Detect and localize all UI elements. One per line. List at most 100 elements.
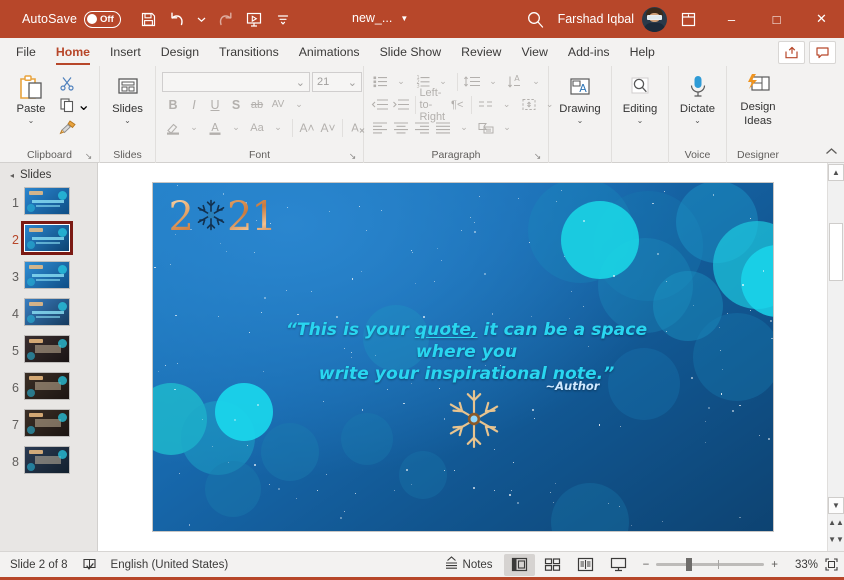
slide-sorter-view-button[interactable] xyxy=(537,554,568,576)
underline-button[interactable]: U xyxy=(205,94,225,115)
dictate-dropdown-arrow[interactable]: ⌄ xyxy=(694,117,701,125)
maximize-button[interactable]: □ xyxy=(754,0,799,38)
bold-button[interactable]: B xyxy=(163,94,183,115)
thumbnail-preview[interactable] xyxy=(24,372,70,400)
copy-dropdown-arrow[interactable]: ⌄ xyxy=(77,95,90,115)
zoom-out-button[interactable]: − xyxy=(643,559,650,571)
align-right-button[interactable] xyxy=(412,117,432,138)
previous-slide-icon[interactable]: ▲▲ xyxy=(828,514,844,531)
zoom-slider[interactable]: − + xyxy=(635,558,786,571)
text-highlight-color-button[interactable] xyxy=(163,117,183,138)
character-spacing-chevron-down-icon[interactable]: ⌄ xyxy=(289,94,309,115)
rtl-text-direction-button[interactable]: ¶< xyxy=(447,94,467,115)
format-painter-button[interactable] xyxy=(57,116,92,137)
thumbnail-preview[interactable] xyxy=(24,409,70,437)
text-shadow-button[interactable]: S xyxy=(226,94,246,115)
tab-slide-show[interactable]: Slide Show xyxy=(370,39,452,66)
justify-chevron-down-icon[interactable]: ⌄ xyxy=(454,117,474,138)
design-ideas-button[interactable]: Design Ideas xyxy=(732,70,784,128)
share-button[interactable] xyxy=(778,41,805,64)
font-dialog-launcher[interactable]: ↘ xyxy=(347,151,358,162)
drawing-dropdown-arrow[interactable]: ⌄ xyxy=(577,117,584,125)
undo-icon[interactable] xyxy=(164,6,191,32)
increase-indent-button[interactable] xyxy=(391,94,411,115)
collapse-ribbon-button[interactable] xyxy=(825,147,838,159)
align-text-button[interactable] xyxy=(519,94,539,115)
line-spacing-chevron-down-icon[interactable]: ⌄ xyxy=(483,71,503,92)
account-name[interactable]: Farshad Iqbal xyxy=(558,12,634,26)
font-name-chevron-down-icon[interactable]: ⌄ xyxy=(296,76,305,89)
comments-button[interactable] xyxy=(809,41,836,64)
dictate-button[interactable]: Dictate ⌄ xyxy=(674,70,721,125)
align-center-button[interactable] xyxy=(391,117,411,138)
paste-dropdown-arrow[interactable]: ⌄ xyxy=(28,117,35,125)
thumbnail-preview[interactable] xyxy=(24,261,70,289)
search-icon[interactable] xyxy=(514,10,558,29)
chevron-down-icon[interactable]: ▼ xyxy=(400,14,408,23)
slide-canvas-area[interactable]: 2 21 “This is your quote, it can be a sp… xyxy=(98,163,827,551)
fit-slide-to-window-icon[interactable] xyxy=(818,557,844,572)
thumbnail-item[interactable]: 1 xyxy=(0,187,97,215)
change-case-button[interactable]: Aa xyxy=(247,117,267,138)
scroll-up-icon[interactable]: ▲ xyxy=(828,164,844,181)
tab-add-ins[interactable]: Add-ins xyxy=(558,39,620,66)
tab-insert[interactable]: Insert xyxy=(100,39,151,66)
font-size-combo[interactable]: 21 ⌄ xyxy=(312,72,362,92)
slide-counter[interactable]: Slide 2 of 8 xyxy=(0,552,78,577)
tab-help[interactable]: Help xyxy=(620,39,665,66)
bullets-button[interactable] xyxy=(370,71,390,92)
decrease-indent-button[interactable] xyxy=(370,94,390,115)
tab-home[interactable]: Home xyxy=(46,39,100,66)
decrease-font-size-button[interactable]: A˅ xyxy=(318,117,338,138)
next-slide-icon[interactable]: ▼▼ xyxy=(828,531,844,548)
text-direction-chevron-down-icon[interactable]: ⌄ xyxy=(526,71,546,92)
italic-button[interactable]: I xyxy=(184,94,204,115)
smartart-chevron-down-icon[interactable]: ⌄ xyxy=(497,117,517,138)
zoom-track[interactable] xyxy=(656,558,765,571)
normal-view-button[interactable] xyxy=(503,553,535,576)
thumbnail-item[interactable]: 7 xyxy=(0,409,97,437)
thumbnail-item[interactable]: 4 xyxy=(0,298,97,326)
font-color-chevron-down-icon[interactable]: ⌄ xyxy=(226,117,246,138)
slides-button[interactable]: Slides ⌄ xyxy=(105,70,150,125)
close-button[interactable]: ✕ xyxy=(799,0,844,38)
convert-to-smartart-button[interactable] xyxy=(476,117,496,138)
avatar[interactable] xyxy=(642,6,667,32)
paragraph-dialog-launcher[interactable]: ↘ xyxy=(532,151,543,162)
drawing-button[interactable]: A Drawing ⌄ xyxy=(554,70,606,125)
redo-icon[interactable] xyxy=(211,6,238,32)
triangle-collapse-icon[interactable]: ◂ xyxy=(10,171,14,180)
thumbnail-item[interactable]: 5 xyxy=(0,335,97,363)
clipboard-dialog-launcher[interactable]: ↘ xyxy=(83,151,94,162)
save-icon[interactable] xyxy=(135,6,162,32)
columns-button[interactable] xyxy=(476,94,496,115)
slide-thumbnail-pane[interactable]: ◂ Slides 1 2 3 4 5 6 7 8 xyxy=(0,163,98,551)
thumbnail-item[interactable]: 8 xyxy=(0,446,97,474)
slides-dropdown-arrow[interactable]: ⌄ xyxy=(124,117,131,125)
tab-file[interactable]: File xyxy=(6,39,46,66)
minimize-button[interactable]: – xyxy=(709,0,754,38)
language-indicator[interactable]: English (United States) xyxy=(101,552,239,577)
vertical-scrollbar[interactable]: ▲ ▼ ▲▲ ▼▼ xyxy=(827,163,844,551)
copy-button[interactable]: ⌄ xyxy=(57,94,92,115)
undo-dropdown-icon[interactable] xyxy=(193,6,209,32)
autosave-toggle[interactable]: AutoSave Off xyxy=(22,10,122,28)
scroll-down-icon[interactable]: ▼ xyxy=(828,497,844,514)
customize-quick-access-icon[interactable] xyxy=(269,6,296,32)
start-presentation-icon[interactable] xyxy=(240,6,267,32)
scrollbar-thumb[interactable] xyxy=(829,223,843,281)
editing-button[interactable]: Editing ⌄ xyxy=(617,70,663,125)
tab-transitions[interactable]: Transitions xyxy=(209,39,289,66)
columns-chevron-down-icon[interactable]: ⌄ xyxy=(497,94,517,115)
tab-view[interactable]: View xyxy=(511,39,557,66)
zoom-thumb[interactable] xyxy=(686,558,693,571)
thumbnail-preview[interactable] xyxy=(21,221,73,255)
slide-show-button[interactable] xyxy=(603,554,634,576)
text-highlight-chevron-down-icon[interactable]: ⌄ xyxy=(184,117,204,138)
tab-animations[interactable]: Animations xyxy=(289,39,370,66)
justify-button[interactable] xyxy=(433,117,453,138)
notes-button[interactable]: Notes xyxy=(434,552,503,577)
ltr-text-direction-button[interactable]: Left-to-Right xyxy=(419,87,446,123)
thumbnail-preview[interactable] xyxy=(24,187,70,215)
document-title[interactable]: new_... ▼ xyxy=(352,11,408,25)
